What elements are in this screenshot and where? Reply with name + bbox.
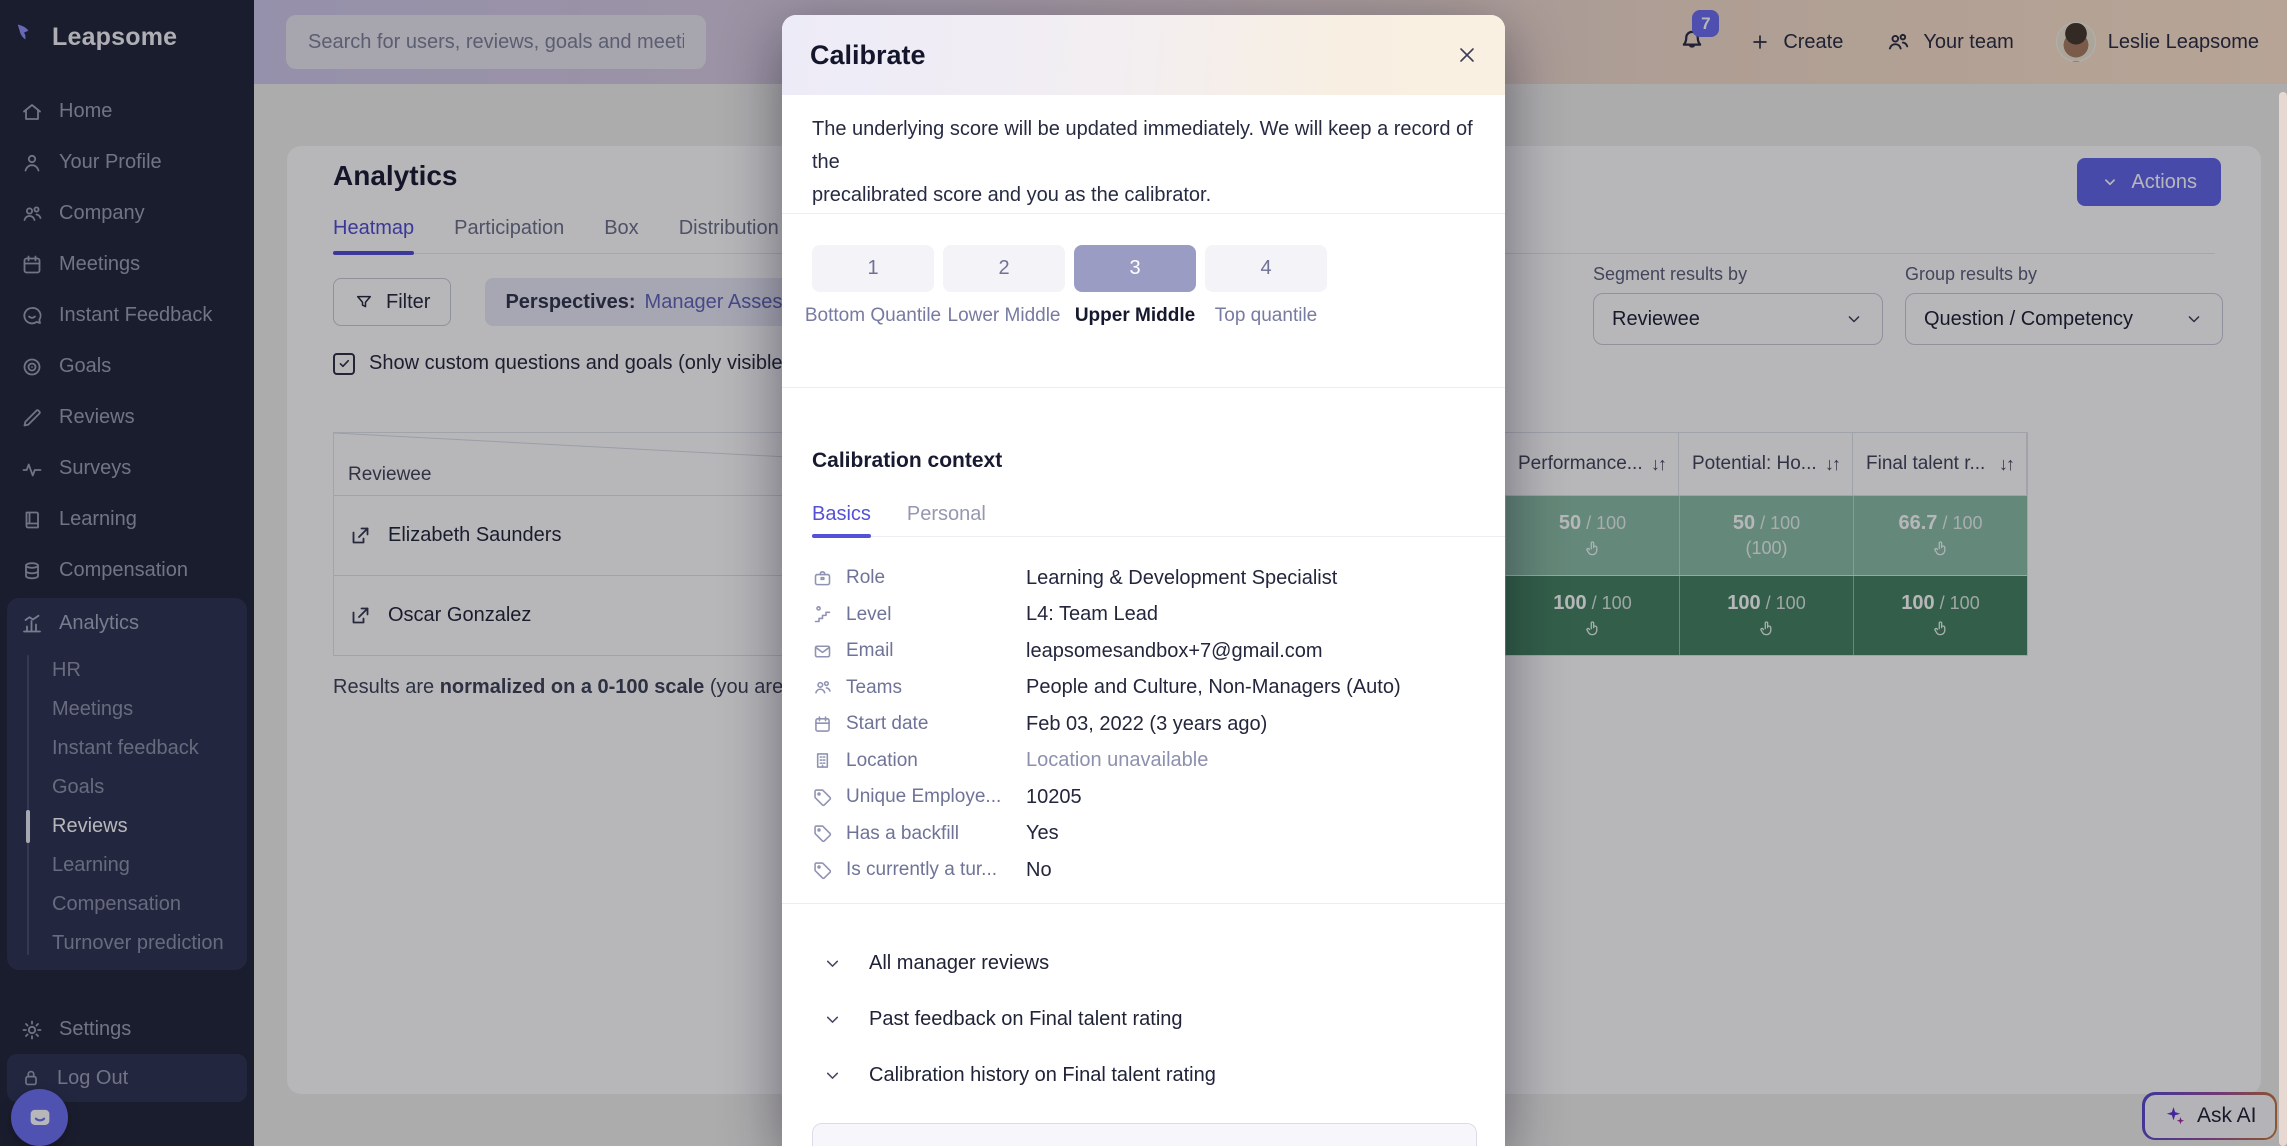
field-unique-employee-id: Unique Employe... 10205 <box>812 779 1475 816</box>
quantile-labels: Bottom Quantile Lower Middle Upper Middl… <box>812 305 1327 327</box>
field-location: Location Location unavailable <box>812 743 1475 780</box>
tag-icon <box>812 823 833 844</box>
calibrate-modal: Calibrate The underlying score will be u… <box>782 15 1505 1146</box>
modal-header: Calibrate <box>782 15 1505 95</box>
envelope-icon <box>812 641 833 662</box>
building-icon <box>812 750 833 771</box>
quantile-2-label: Lower Middle <box>943 305 1065 327</box>
close-button[interactable] <box>1449 37 1485 73</box>
accordion-all-manager-reviews[interactable]: All manager reviews <box>822 935 1475 991</box>
close-icon <box>1455 43 1479 67</box>
divider <box>782 387 1505 388</box>
calibration-context-heading: Calibration context <box>812 449 1002 473</box>
chevron-down-icon <box>822 953 843 974</box>
briefcase-icon <box>812 568 833 589</box>
comment-box[interactable] <box>812 1123 1477 1146</box>
tab-basics[interactable]: Basics <box>812 493 871 536</box>
modal-description: The underlying score will be updated imm… <box>812 113 1505 212</box>
quantile-4-button[interactable]: 4 <box>1205 245 1327 292</box>
accordion-list: All manager reviews Past feedback on Fin… <box>822 935 1475 1103</box>
quantile-1-label: Bottom Quantile <box>812 305 934 327</box>
app-root: Leapsome Home Your Profile Company Meeti… <box>0 0 2287 1146</box>
field-level: Level L4: Team Lead <box>812 597 1475 634</box>
context-fields: Role Learning & Development Specialist L… <box>812 560 1475 889</box>
divider <box>782 903 1505 904</box>
level-icon <box>812 604 833 625</box>
tag-icon <box>812 860 833 881</box>
field-email: Email leapsomesandbox+7@gmail.com <box>812 633 1475 670</box>
field-has-backfill: Has a backfill Yes <box>812 816 1475 853</box>
quantile-3-button[interactable]: 3 <box>1074 245 1196 292</box>
quantile-2-button[interactable]: 2 <box>943 245 1065 292</box>
field-teams: Teams People and Culture, Non-Managers (… <box>812 670 1475 707</box>
quantile-buttons: 1 2 3 4 <box>812 245 1327 292</box>
teams-icon <box>812 677 833 698</box>
quantile-1-button[interactable]: 1 <box>812 245 934 292</box>
context-tabs: Basics Personal <box>812 493 1505 537</box>
accordion-calibration-history[interactable]: Calibration history on Final talent rati… <box>822 1047 1475 1103</box>
field-start-date: Start date Feb 03, 2022 (3 years ago) <box>812 706 1475 743</box>
tag-icon <box>812 787 833 808</box>
calendar-icon <box>812 714 833 735</box>
chevron-down-icon <box>822 1009 843 1030</box>
modal-title: Calibrate <box>810 40 926 71</box>
field-role: Role Learning & Development Specialist <box>812 560 1475 597</box>
quantile-3-label: Upper Middle <box>1074 305 1196 327</box>
accordion-past-feedback[interactable]: Past feedback on Final talent rating <box>822 991 1475 1047</box>
field-is-turnover-risk: Is currently a tur... No <box>812 852 1475 889</box>
page-scrollbar[interactable] <box>2279 92 2287 1146</box>
tab-personal[interactable]: Personal <box>907 493 986 536</box>
chevron-down-icon <box>822 1065 843 1086</box>
divider <box>782 213 1505 214</box>
quantile-4-label: Top quantile <box>1205 305 1327 327</box>
